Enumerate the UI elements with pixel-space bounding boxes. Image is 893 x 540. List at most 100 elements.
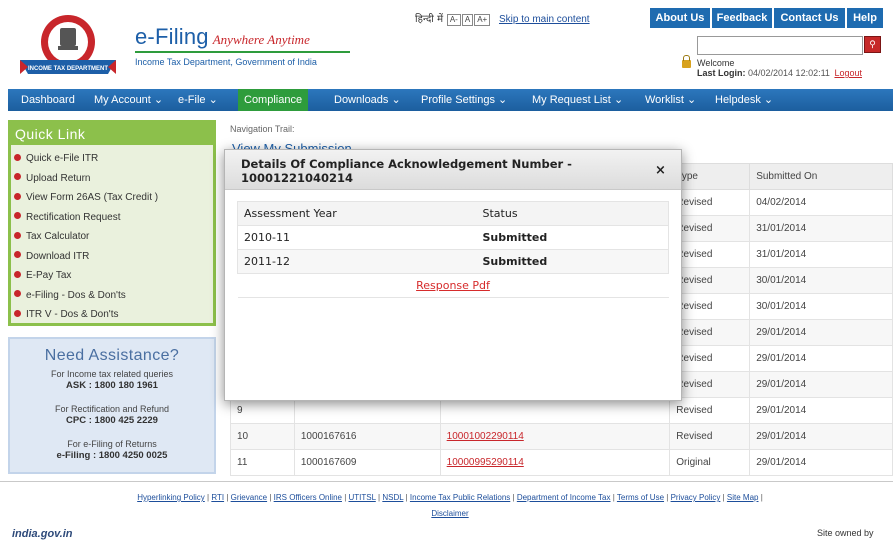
welcome-text: Welcome bbox=[697, 58, 735, 68]
bullet-icon bbox=[14, 231, 21, 239]
need-assistance-title: Need Assistance? bbox=[44, 347, 180, 364]
footer-divider bbox=[0, 481, 893, 482]
last-login-value: 04/02/2014 12:02:11 bbox=[748, 68, 830, 78]
footer-link-public-relations[interactable]: Income Tax Public Relations bbox=[410, 493, 510, 502]
modal-header: Details Of Compliance Acknowledgement Nu… bbox=[225, 150, 681, 190]
type-cell: Original bbox=[669, 449, 751, 476]
footer-link-grievance[interactable]: Grievance bbox=[231, 493, 267, 502]
chevron-down-icon: ⌄ bbox=[498, 94, 508, 106]
quick-link-item[interactable]: ITR V - Dos & Don'ts bbox=[14, 305, 213, 325]
last-login: Last Login: 04/02/2014 12:02:11 Logout bbox=[697, 68, 862, 78]
row-number: 10 bbox=[230, 423, 295, 450]
assessment-year-cell: 2011-12 bbox=[237, 249, 483, 274]
modal-ack-number: 10001221040214 bbox=[241, 171, 354, 185]
footer-link-hyperlinking-policy[interactable]: Hyperlinking Policy bbox=[137, 493, 205, 502]
hindi-language-link[interactable]: हिन्दी में bbox=[415, 14, 443, 25]
pdf-row: Response Pdf bbox=[237, 273, 669, 298]
footer-link-irs-officers-online[interactable]: IRS Officers Online bbox=[274, 493, 342, 502]
footer-link-department[interactable]: Department of Income Tax bbox=[517, 493, 611, 502]
skip-to-main-content-link[interactable]: Skip to main content bbox=[499, 14, 590, 25]
quick-link-item[interactable]: E-Pay Tax bbox=[14, 266, 213, 286]
nav-e-file[interactable]: e-File ⌄ bbox=[178, 89, 218, 111]
assistance-text: For Income tax related queries bbox=[50, 369, 174, 379]
quick-link-item[interactable]: Tax Calculator bbox=[14, 227, 213, 247]
bullet-icon bbox=[14, 309, 21, 317]
help-button[interactable]: Help bbox=[847, 8, 883, 28]
footer-link-privacy-policy[interactable]: Privacy Policy bbox=[671, 493, 721, 502]
table-row: 2010-11 Submitted bbox=[237, 225, 669, 250]
column-header-status: Status bbox=[482, 201, 669, 226]
font-increase-button[interactable]: A+ bbox=[474, 14, 491, 26]
assistance-number: CPC : 1800 425 2229 bbox=[66, 415, 158, 426]
header: INCOME TAX DEPARTMENT e-Filing Anywhere A… bbox=[0, 0, 893, 86]
india-gov-logo[interactable]: india.gov.in bbox=[12, 528, 73, 540]
nav-helpdesk[interactable]: Helpdesk ⌄ bbox=[715, 89, 773, 111]
about-us-button[interactable]: About Us bbox=[650, 8, 711, 28]
chevron-down-icon: ⌄ bbox=[153, 94, 164, 106]
need-assistance-panel: Need Assistance? For Income tax related … bbox=[8, 337, 216, 474]
quick-link-item[interactable]: Upload Return bbox=[14, 169, 213, 189]
chevron-down-icon: ⌄ bbox=[686, 94, 697, 106]
footer-links: Hyperlinking Policy | RTI | Grievance | … bbox=[137, 493, 763, 518]
search-icon[interactable]: ⚲ bbox=[864, 36, 881, 53]
column-header-assessment-year: Assessment Year bbox=[237, 201, 483, 226]
bullet-icon bbox=[14, 251, 21, 259]
footer-link-nsdl[interactable]: NSDL bbox=[382, 493, 403, 502]
bullet-icon bbox=[14, 192, 21, 200]
column-header-submitted-on: Submitted On bbox=[749, 163, 893, 190]
assistance-number: ASK : 1800 180 1961 bbox=[66, 380, 158, 391]
assessment-year-cell: 2010-11 bbox=[237, 225, 483, 250]
logout-link[interactable]: Logout bbox=[834, 68, 862, 78]
font-normal-button[interactable]: A bbox=[461, 14, 474, 26]
main-navigation: Dashboard My Account ⌄ e-File ⌄ Complian… bbox=[8, 89, 893, 111]
footer-link-site-map[interactable]: Site Map bbox=[727, 493, 759, 502]
compliance-details-modal: Details Of Compliance Acknowledgement Nu… bbox=[224, 149, 682, 401]
nav-dashboard[interactable]: Dashboard bbox=[21, 89, 75, 111]
status-cell: Submitted bbox=[482, 225, 669, 250]
income-tax-emblem-logo: INCOME TAX DEPARTMENT bbox=[20, 15, 116, 74]
footer-link-rti[interactable]: RTI bbox=[211, 493, 224, 502]
navigation-trail: Navigation Trail: bbox=[230, 124, 295, 134]
submitted-on-cell: 29/01/2014 bbox=[749, 449, 893, 476]
brand-divider bbox=[135, 51, 350, 53]
pan-cell: 1000167609 bbox=[293, 449, 441, 476]
font-decrease-button[interactable]: A- bbox=[446, 14, 461, 26]
contact-us-button[interactable]: Contact Us bbox=[774, 8, 846, 28]
table-row: 11 1000167609 10000995290114 Original 29/01/… bbox=[230, 449, 893, 476]
nav-my-account[interactable]: My Account ⌄ bbox=[94, 89, 163, 111]
footer-link-terms-of-use[interactable]: Terms of Use bbox=[617, 493, 664, 502]
nav-my-request-list[interactable]: My Request List ⌄ bbox=[532, 89, 623, 111]
modal-table-header-row: Assessment Year Status bbox=[237, 201, 669, 226]
quick-link-item[interactable]: Download ITR bbox=[14, 247, 213, 267]
quick-link-item[interactable]: e-Filing - Dos & Don'ts bbox=[14, 286, 213, 306]
close-icon[interactable]: × bbox=[655, 163, 666, 178]
quick-link-item[interactable]: View Form 26AS (Tax Credit ) bbox=[14, 188, 213, 208]
nav-profile-settings[interactable]: Profile Settings ⌄ bbox=[421, 89, 507, 111]
footer-link-disclaimer[interactable]: Disclaimer bbox=[431, 509, 468, 518]
brand-title: e-Filing Anywhere Anytime bbox=[135, 24, 310, 49]
bullet-icon bbox=[14, 212, 21, 220]
chevron-down-icon: ⌄ bbox=[613, 94, 624, 106]
footer-link-utitsl[interactable]: UTITSL bbox=[349, 493, 376, 502]
bullet-icon bbox=[14, 173, 21, 181]
feedback-button[interactable]: Feedback bbox=[712, 8, 773, 28]
search-input[interactable] bbox=[697, 36, 863, 55]
response-pdf-link[interactable]: Response Pdf bbox=[416, 279, 490, 292]
quick-link-item[interactable]: Quick e-File ITR bbox=[14, 149, 213, 169]
ack-number-cell: 10001002290114 bbox=[439, 423, 671, 450]
row-number: 11 bbox=[230, 449, 295, 476]
ack-number-link[interactable]: 10001002290114 bbox=[447, 431, 524, 442]
nav-worklist[interactable]: Worklist ⌄ bbox=[645, 89, 696, 111]
assistance-text: For e-Filing of Returns bbox=[67, 439, 157, 449]
quick-link-list: Quick e-File ITR Upload Return View Form… bbox=[11, 145, 213, 325]
chevron-down-icon: ⌄ bbox=[208, 94, 218, 106]
nav-downloads[interactable]: Downloads ⌄ bbox=[334, 89, 401, 111]
type-cell: Revised bbox=[669, 423, 751, 450]
ack-number-cell: 10000995290114 bbox=[439, 449, 671, 476]
quick-link-item[interactable]: Rectification Request bbox=[14, 208, 213, 228]
quick-link-title: Quick Link bbox=[11, 123, 213, 145]
bullet-icon bbox=[14, 290, 21, 298]
modal-title: Details Of Compliance Acknowledgement Nu… bbox=[241, 157, 572, 185]
ack-number-link[interactable]: 10000995290114 bbox=[447, 457, 524, 468]
nav-compliance[interactable]: Compliance bbox=[238, 89, 309, 111]
